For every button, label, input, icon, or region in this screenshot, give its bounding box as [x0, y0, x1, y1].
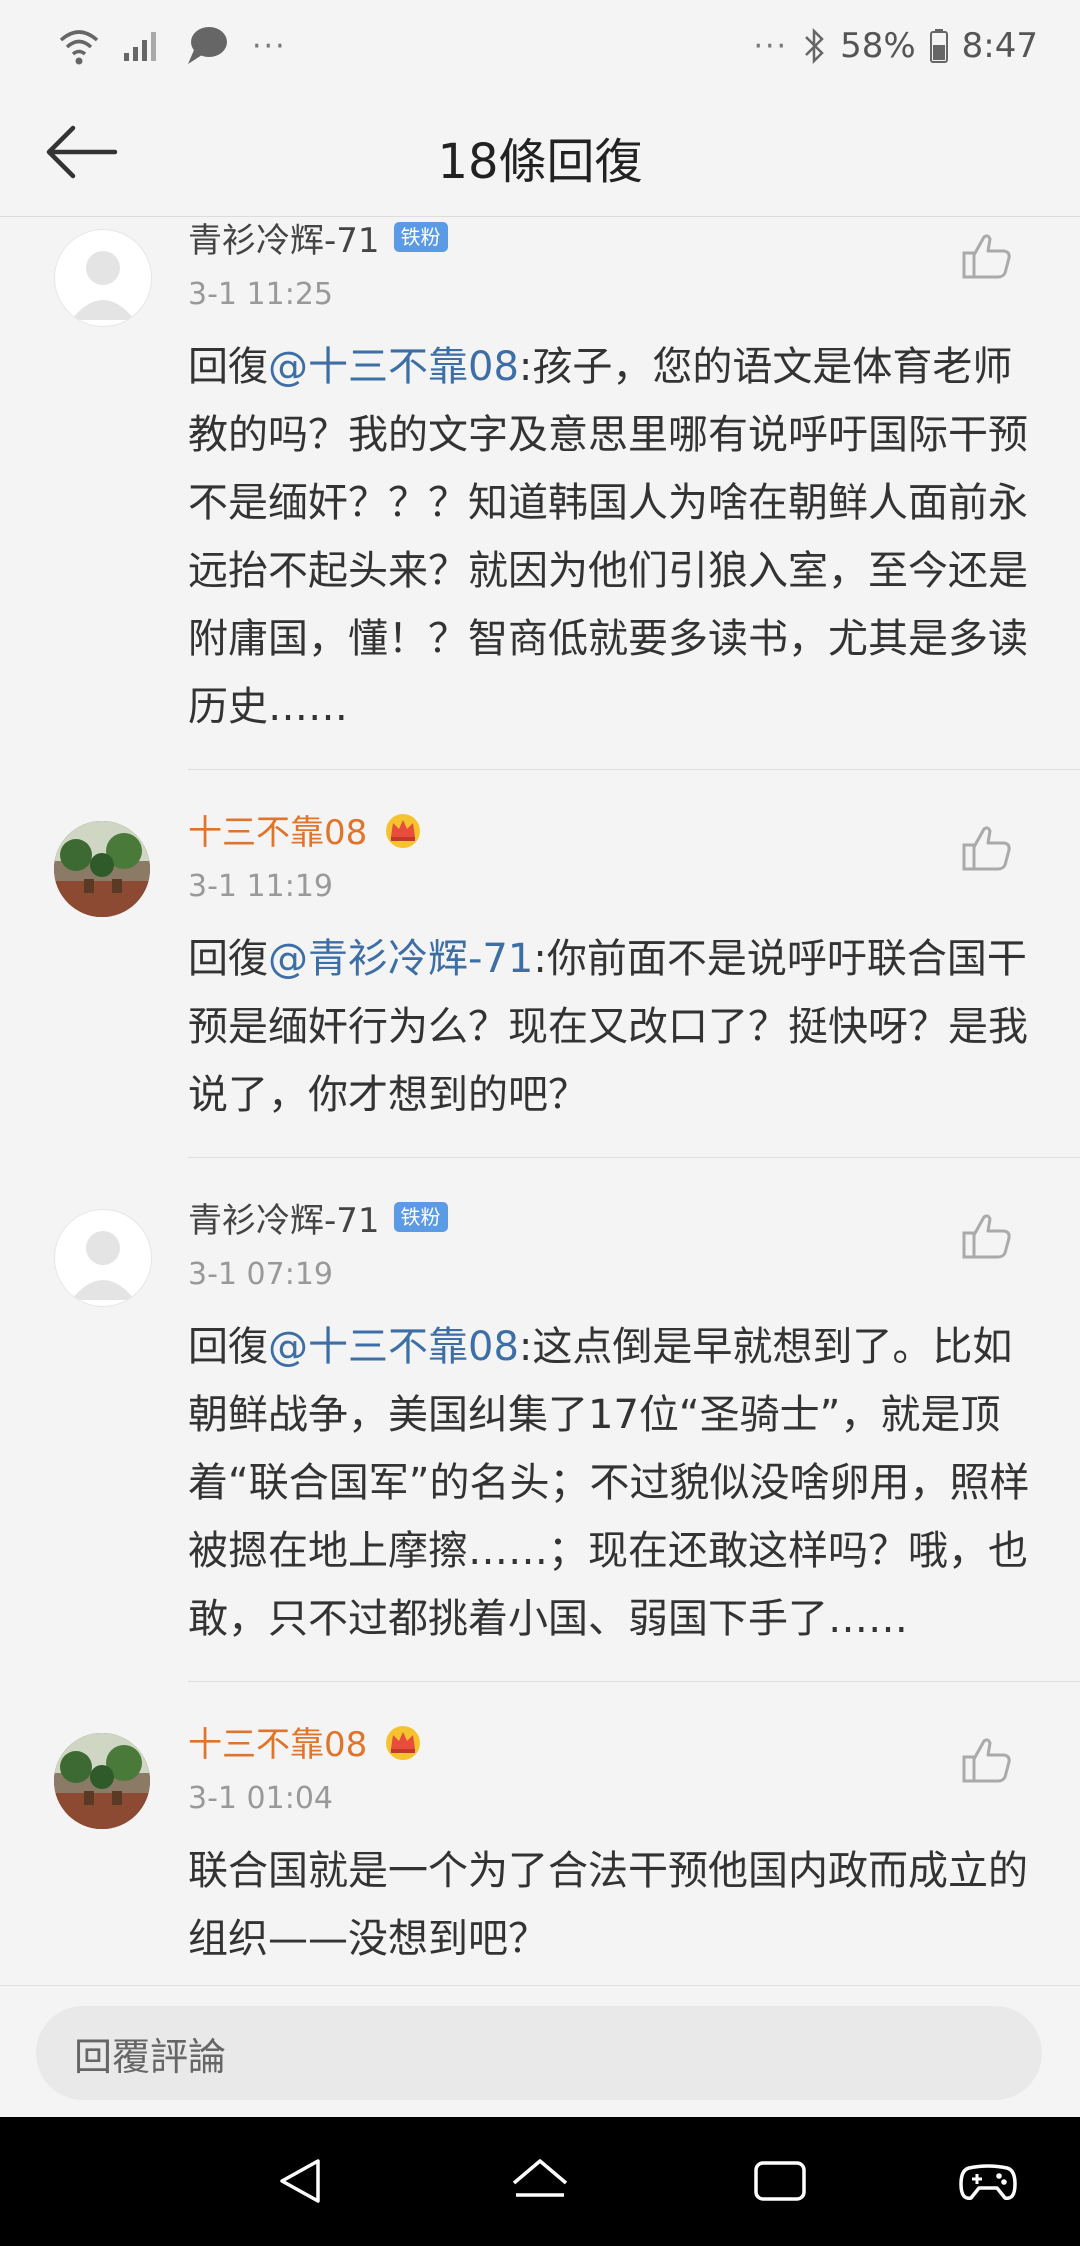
page-title: 18條回復	[437, 134, 643, 190]
like-button[interactable]	[962, 825, 1022, 881]
battery-percent: 58%	[840, 26, 916, 66]
comment-item: 十三不靠08 3-1 01:04 联合国就是一个为了合法干预他国内政而成立的组织…	[0, 1681, 1080, 1985]
reply-bar: 回覆評論	[0, 1985, 1080, 2118]
thumbs-up-icon	[962, 1738, 1011, 1783]
comment-item: 青衫冷辉-71 铁粉 3-1 11:25 回復@十三不靠08:孩子，您的语文是体…	[0, 217, 1080, 769]
comment-item: 十三不靠08 3-1 11:19 回復@青衫冷辉-71:你前面不是说呼吁联合国干…	[0, 769, 1080, 1157]
back-icon	[280, 2159, 320, 2203]
message-icon	[184, 24, 230, 68]
avatar[interactable]	[54, 229, 152, 327]
app-header: 18條回復	[0, 88, 1080, 217]
comment-time: 3-1 11:25	[188, 277, 333, 312]
like-button[interactable]	[962, 1213, 1022, 1269]
comment-text: 回復@青衫冷辉-71:你前面不是说呼吁联合国干预是缅奸行为么？现在又改口了？挺快…	[188, 925, 1030, 1129]
like-button[interactable]	[962, 233, 1022, 289]
nav-back-button[interactable]	[268, 2151, 332, 2211]
notification-overflow: ···	[252, 28, 287, 64]
comment-content: :这点倒是早就想到了。比如朝鲜战争，美国纠集了17位“圣骑士”，就是顶着“联合国…	[188, 1324, 1030, 1642]
mention-link[interactable]: @青衫冷辉-71	[268, 936, 533, 982]
home-icon	[512, 2159, 568, 2197]
comment-text: 联合国就是一个为了合法干预他国内政而成立的组织——没想到吧？	[188, 1837, 1030, 1973]
reply-prefix: 回復	[188, 344, 268, 390]
comment-time: 3-1 11:19	[188, 869, 333, 904]
divider	[188, 769, 1080, 770]
nav-home-button[interactable]	[508, 2151, 572, 2211]
reply-input[interactable]: 回覆評論	[36, 2006, 1042, 2100]
comment-content: 联合国就是一个为了合法干预他国内政而成立的组织——没想到吧？	[188, 1848, 1028, 1962]
commenter-name[interactable]: 十三不靠08	[188, 1717, 367, 1766]
reply-prefix: 回復	[188, 936, 268, 982]
avatar[interactable]	[54, 1733, 150, 1829]
system-nav-bar	[0, 2117, 1080, 2246]
comment-time: 3-1 07:19	[188, 1257, 333, 1292]
commenter-name[interactable]: 青衫冷辉-71	[188, 1193, 380, 1242]
signal-icon	[122, 29, 162, 63]
reply-prefix: 回復	[188, 1324, 268, 1370]
thumbs-up-icon	[962, 826, 1011, 871]
avatar[interactable]	[54, 1209, 152, 1307]
comment-text: 回復@十三不靠08:这点倒是早就想到了。比如朝鲜战争，美国纠集了17位“圣骑士”…	[188, 1313, 1030, 1653]
divider	[188, 1681, 1080, 1682]
garden-photo-avatar	[54, 821, 150, 917]
comment-item: 青衫冷辉-71 铁粉 3-1 07:19 回復@十三不靠08:这点倒是早就想到了…	[0, 1157, 1080, 1681]
recents-icon	[754, 2161, 806, 2201]
crown-icon	[381, 1721, 425, 1761]
default-avatar-icon	[71, 1231, 135, 1300]
garden-photo-avatar	[54, 1733, 150, 1829]
bluetooth-icon	[802, 27, 826, 65]
status-bar: ··· ··· 58% 8:47	[0, 0, 1080, 88]
commenter-name[interactable]: 十三不靠08	[188, 805, 367, 854]
mention-link[interactable]: @十三不靠08	[268, 344, 519, 390]
battery-icon	[929, 29, 948, 63]
mention-link[interactable]: @十三不靠08	[268, 1324, 519, 1370]
status-overflow: ···	[753, 28, 789, 64]
avatar[interactable]	[54, 821, 150, 917]
fan-badge: 铁粉	[393, 1202, 448, 1232]
nav-recents-button[interactable]	[748, 2151, 812, 2211]
fan-badge: 铁粉	[393, 222, 448, 252]
comment-text: 回復@十三不靠08:孩子，您的语文是体育老师教的吗？我的文字及意思里哪有说呼吁国…	[188, 333, 1030, 741]
reply-placeholder: 回覆評論	[74, 2034, 227, 2079]
comment-content: :孩子，您的语文是体育老师教的吗？我的文字及意思里哪有说呼吁国际干预不是缅奸？？…	[188, 344, 1028, 730]
crown-icon	[381, 809, 425, 849]
clock: 8:47	[961, 26, 1038, 66]
commenter-name[interactable]: 青衫冷辉-71	[188, 217, 380, 262]
game-controller-icon	[959, 2164, 1017, 2200]
thumbs-up-icon	[962, 1214, 1011, 1259]
default-avatar-icon	[71, 251, 135, 320]
comment-time: 3-1 01:04	[188, 1781, 333, 1816]
thumbs-up-icon	[962, 234, 1011, 279]
nav-game-button[interactable]	[956, 2151, 1020, 2211]
wifi-icon	[58, 26, 100, 66]
like-button[interactable]	[962, 1737, 1022, 1793]
divider	[188, 1157, 1080, 1158]
reply-list[interactable]: 青衫冷辉-71 铁粉 3-1 11:25 回復@十三不靠08:孩子，您的语文是体…	[0, 217, 1080, 1985]
